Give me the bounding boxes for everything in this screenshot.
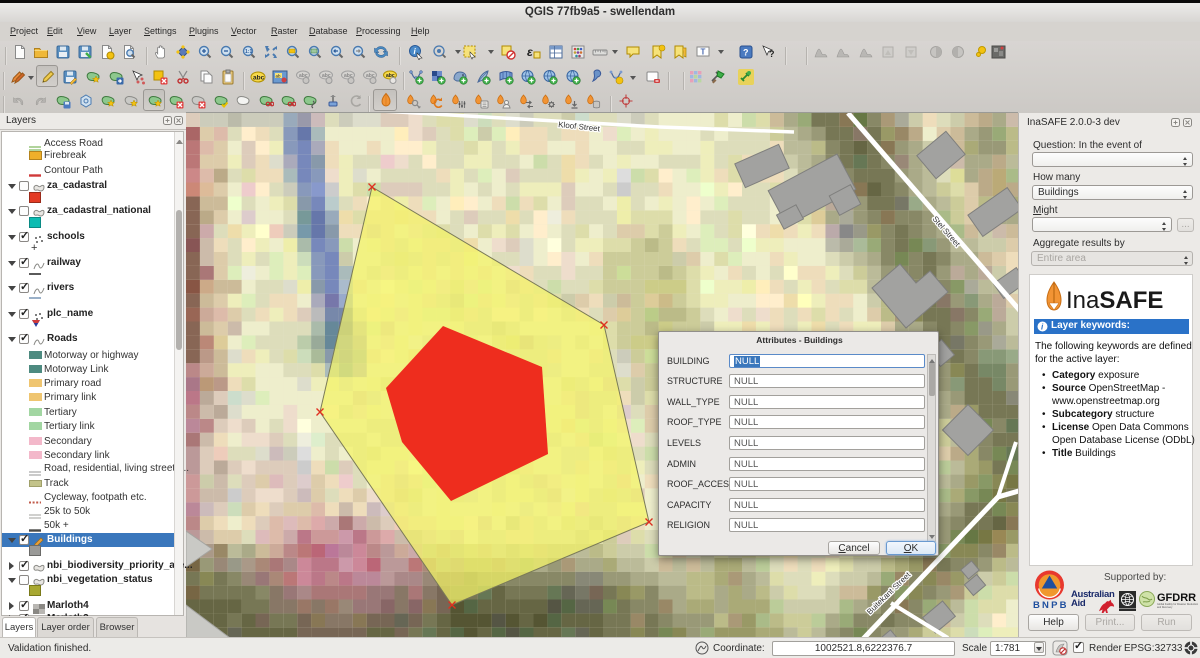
svg-text:ab: ab (276, 74, 282, 79)
svg-text:ε: ε (527, 45, 533, 59)
svg-text:?: ? (743, 48, 749, 58)
svg-text:BNPB: BNPB (1033, 600, 1066, 610)
svg-text:1:1: 1:1 (245, 49, 252, 55)
svg-text:abc: abc (253, 75, 265, 82)
svg-text:T: T (701, 48, 706, 57)
svg-text:InaSAFE: InaSAFE (1066, 287, 1163, 314)
svg-text:?: ? (769, 49, 775, 59)
svg-text:Stel Street: Stel Street (930, 214, 962, 249)
